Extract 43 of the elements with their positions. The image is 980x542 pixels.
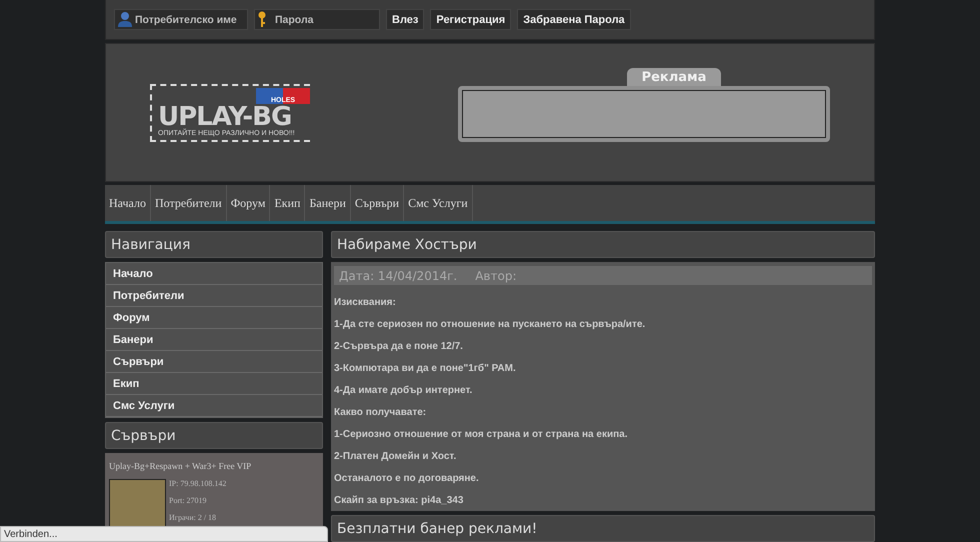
server-detail: Играчи: 2 / 18: [169, 513, 218, 522]
nav-link[interactable]: Сървъри: [350, 185, 404, 221]
forgot-password-button[interactable]: Забравена Парола: [517, 9, 631, 30]
nav-link[interactable]: Потребители: [150, 185, 227, 221]
browser-status-bar: Verbinden...: [0, 526, 328, 542]
post-date: Дата: 14/04/2014г.: [339, 268, 458, 282]
user-icon: [117, 11, 133, 27]
post-paragraph: 2-Сървъра да е поне 12/7.: [334, 341, 464, 353]
sidebar-item[interactable]: Екип: [106, 373, 322, 395]
post-title: Набираме Хостъри: [331, 231, 875, 258]
sidebar-item[interactable]: Смс Услуги: [106, 395, 322, 417]
nav-link[interactable]: Банери: [305, 185, 351, 221]
sidebar-heading: Навигация: [105, 231, 323, 258]
post-paragraph: Скайп за връзка: pi4a_343: [334, 495, 464, 507]
username-field[interactable]: Потребителско име: [114, 9, 248, 30]
register-button[interactable]: Регистрация: [430, 9, 512, 30]
server-detail: IP: 79.98.108.142: [169, 479, 226, 488]
post-paragraph: 1-Да сте сериозен по отношение на пускането на сървъра/ите.: [334, 319, 646, 331]
sidebar-item[interactable]: Форум: [106, 307, 322, 329]
nav-link[interactable]: Екип: [270, 185, 306, 221]
sidebar-item[interactable]: Сървъри: [106, 351, 322, 373]
post-paragraph: 2-Платен Домейн и Хост.: [334, 451, 458, 463]
sidebar-item[interactable]: Потребители: [106, 285, 322, 307]
server-name[interactable]: Uplay-Bg+Respawn + War3+ Free VIP: [109, 461, 319, 471]
key-icon: [257, 11, 267, 27]
post-paragraph: Останалото е по договаряне.: [334, 473, 480, 485]
post-paragraph: 4-Да имате добър интернет.: [334, 385, 474, 397]
nav-link[interactable]: Смс Услуги: [404, 185, 473, 221]
server-detail: Port: 27019: [169, 496, 208, 505]
post-paragraph: Изисквания:: [334, 297, 397, 309]
post-paragraph: Какво получавате:: [334, 407, 428, 419]
logo-title: UPLAY-BG: [158, 104, 292, 130]
post-title: Безплатни банер реклами!: [331, 515, 875, 542]
post-paragraph: 1-Сериозно отношение от моя страна и от страна на екипа.: [334, 429, 628, 441]
sidebar-item[interactable]: Начало: [106, 263, 322, 285]
login-button[interactable]: Влез: [386, 9, 424, 30]
post-paragraph: 3-Компютара ви да е поне"1гб" РАМ.: [334, 363, 517, 375]
nav-link[interactable]: Начало: [105, 185, 151, 221]
sidebar-heading: Сървъри: [105, 422, 323, 449]
nav-link[interactable]: Форум: [226, 185, 270, 221]
password-field[interactable]: Парола: [254, 9, 380, 30]
sidebar-item[interactable]: Банери: [106, 329, 322, 351]
post-author-label: Автор:: [475, 268, 516, 282]
